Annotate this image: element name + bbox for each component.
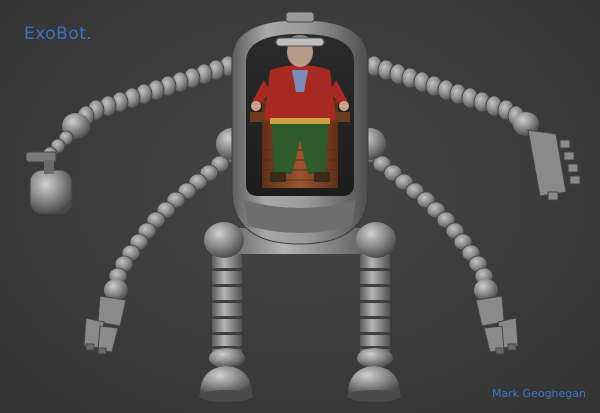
- left-leg: [199, 250, 253, 402]
- right-serrated-hand: [527, 129, 581, 201]
- exobot-render: [25, 11, 581, 402]
- title-label: ExoBot.: [24, 24, 93, 44]
- left-gripper-hand: [25, 151, 73, 215]
- right-pincer-claw: [475, 295, 519, 355]
- left-pincer-claw: [83, 295, 127, 355]
- render-canvas: ExoBot. Mark Geoghegan: [0, 0, 600, 413]
- artist-credit: Mark Geoghegan: [491, 387, 586, 400]
- right-leg: [347, 250, 401, 402]
- upper-left-arm: [25, 51, 249, 215]
